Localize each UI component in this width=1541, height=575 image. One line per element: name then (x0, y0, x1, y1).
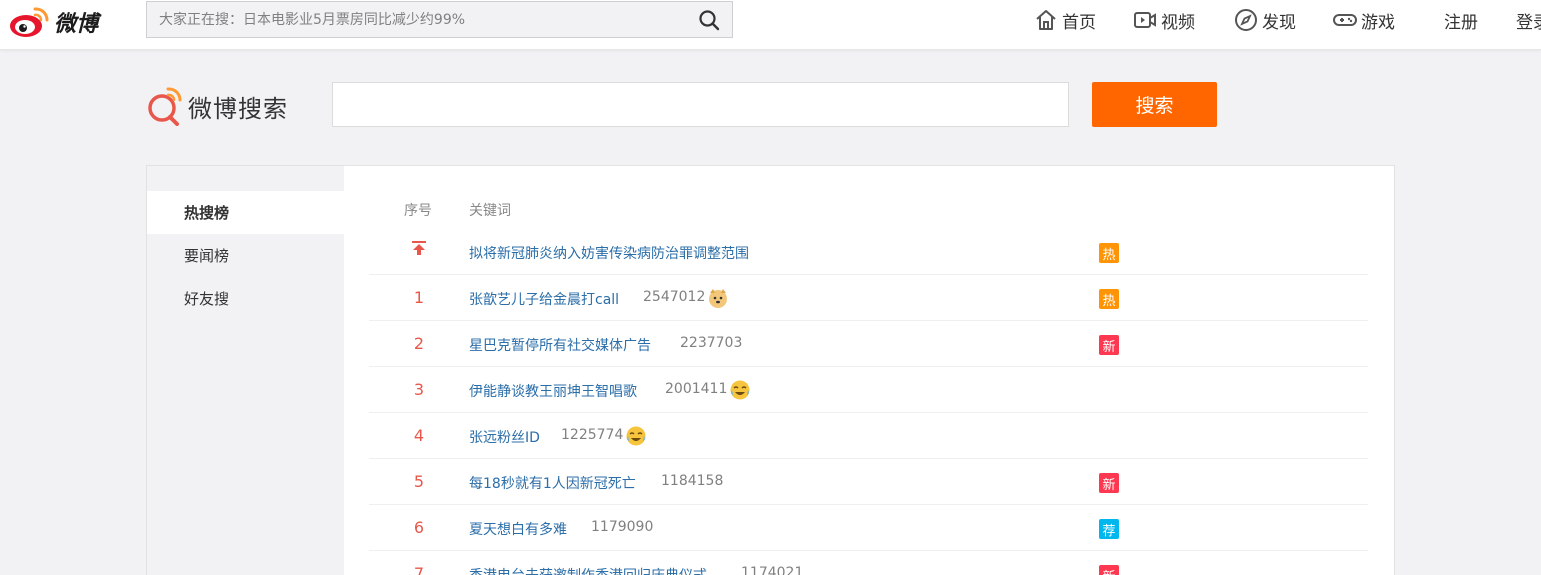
compass-icon (1235, 9, 1257, 31)
new-tag: 新 (1099, 565, 1119, 575)
nav-discover-label: 发现 (1262, 12, 1296, 33)
logo-text: 微博 (54, 11, 99, 37)
table-row: 5 每18秒就有1人因新冠死亡 1184158 新 (369, 459, 1368, 505)
nav-games[interactable]: 游戏 (1333, 0, 1395, 40)
rank-number: 3 (413, 380, 425, 399)
laugh-cry-emoji-icon (626, 426, 646, 446)
column-header-keyword: 关键词 (469, 203, 511, 219)
search-button[interactable]: 搜索 (1092, 82, 1217, 127)
login-label: 登录 (1516, 12, 1541, 33)
nav-discover[interactable]: 发现 (1234, 0, 1296, 40)
nav-home[interactable]: 首页 (1034, 0, 1096, 40)
table-row: 4 张远粉丝ID 1225774 (369, 413, 1368, 459)
rank-number: 2 (413, 334, 425, 353)
rank-number: 5 (413, 472, 425, 491)
hot-keyword-link[interactable]: 伊能静谈教王丽坤王智唱歌 (469, 381, 637, 401)
search-count: 1225774 (561, 427, 624, 443)
top-navbar: 微博 首页 视频 发现 游戏 注册 登录 (0, 0, 1541, 50)
table-row: 1 张歆艺儿子给金晨打call 2547012 热 (369, 275, 1368, 321)
hot-tag: 热 (1099, 289, 1119, 309)
sidebar-item-label: 热搜榜 (184, 204, 230, 222)
home-icon (1036, 10, 1056, 30)
hot-tag: 热 (1099, 243, 1119, 263)
video-icon (1134, 12, 1156, 28)
search-count: 2237703 (680, 335, 743, 351)
table-row: 7 香港电台未获邀制作香港回归庆典仪式 1174021 新 (369, 551, 1368, 575)
register-label: 注册 (1444, 12, 1478, 33)
hot-keyword-link[interactable]: 夏天想白有多难 (469, 519, 567, 539)
login-link[interactable]: 登录 (1516, 0, 1541, 40)
nav-video-label: 视频 (1161, 12, 1195, 33)
new-tag: 新 (1099, 473, 1119, 493)
weibo-search-logo: 微博搜索 (146, 84, 288, 128)
laugh-cry-emoji-icon (730, 380, 750, 400)
search-count: 1179090 (591, 519, 654, 535)
weibo-eye-icon (10, 7, 49, 37)
hot-keyword-link[interactable]: 拟将新冠肺炎纳入妨害传染病防治罪调整范围 (469, 243, 749, 263)
weibo-logo[interactable]: 微博 (8, 2, 98, 42)
sidebar-item-news[interactable]: 要闻榜 (147, 234, 344, 277)
hot-keyword-link[interactable]: 张歆艺儿子给金晨打call (469, 289, 619, 309)
pinned-top-icon (369, 240, 469, 260)
rank-number: 4 (413, 426, 425, 445)
nav-games-label: 游戏 (1361, 12, 1395, 33)
search-count: 2547012 (643, 289, 706, 305)
search-page-title: 微博搜索 (188, 94, 288, 123)
top-search-box (146, 1, 733, 38)
gamepad-icon (1333, 14, 1357, 26)
sidebar-item-label: 要闻榜 (184, 247, 230, 265)
search-count: 2001411 (665, 381, 728, 397)
new-tag: 新 (1099, 335, 1119, 355)
hot-keyword-link[interactable]: 香港电台未获邀制作香港回归庆典仪式 (469, 565, 707, 575)
rank-number: 7 (413, 564, 425, 575)
table-row: 6 夏天想白有多难 1179090 荐 (369, 505, 1368, 551)
rank-number: 6 (413, 518, 425, 537)
search-logo-icon (148, 87, 182, 126)
table-row: 3 伊能静谈教王丽坤王智唱歌 2001411 (369, 367, 1368, 413)
hot-keyword-link[interactable]: 张远粉丝ID (469, 427, 540, 447)
top-search-input[interactable] (147, 2, 687, 37)
table-row: 2 星巴克暂停所有社交媒体广告 2237703 新 (369, 321, 1368, 367)
sidebar-item-label: 好友搜 (184, 290, 230, 308)
search-icon[interactable] (698, 9, 720, 31)
nav-video[interactable]: 视频 (1133, 0, 1195, 40)
column-header-rank: 序号 (404, 203, 432, 219)
search-count: 1174021 (741, 565, 804, 575)
table-row: 拟将新冠肺炎纳入妨害传染病防治罪调整范围 热 (369, 229, 1368, 275)
doge-emoji-icon (709, 289, 727, 308)
sidebar-item-friends[interactable]: 好友搜 (147, 277, 344, 320)
search-count: 1184158 (661, 473, 724, 489)
sidebar: 热搜榜 要闻榜 好友搜 (147, 166, 344, 575)
sidebar-item-hot[interactable]: 热搜榜 (147, 191, 344, 234)
main-search-input[interactable] (332, 82, 1069, 127)
recommended-tag: 荐 (1099, 519, 1119, 539)
hot-keyword-link[interactable]: 每18秒就有1人因新冠死亡 (469, 473, 636, 493)
hot-keyword-link[interactable]: 星巴克暂停所有社交媒体广告 (469, 335, 651, 355)
rank-number: 1 (413, 288, 425, 307)
nav-home-label: 首页 (1062, 12, 1096, 33)
register-link[interactable]: 注册 (1444, 0, 1478, 40)
